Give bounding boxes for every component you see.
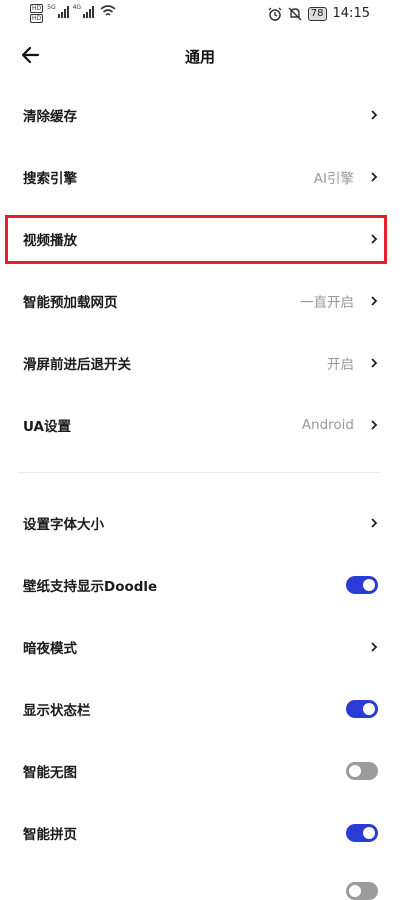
settings-item-smart-no-image: 智能无图 bbox=[0, 740, 400, 802]
hd-icon: HD bbox=[30, 4, 44, 13]
chevron-right-icon bbox=[371, 172, 378, 182]
signal-icon: 4G bbox=[72, 4, 95, 18]
chevron-right-icon bbox=[371, 420, 378, 430]
signal-icon: 5G bbox=[47, 4, 69, 18]
toggle-knob bbox=[363, 579, 375, 591]
toggle-knob bbox=[363, 827, 375, 839]
chevron-right-icon bbox=[371, 110, 378, 120]
hd-icons: HD HD bbox=[30, 4, 44, 23]
settings-item-ua-settings[interactable]: UA设置 Android bbox=[0, 394, 400, 456]
highlight-box bbox=[5, 215, 387, 264]
settings-item-label: 暗夜模式 bbox=[23, 641, 77, 657]
settings-item-label: 滑屏前进后退开关 bbox=[23, 357, 131, 373]
wallpaper-doodle-toggle[interactable] bbox=[346, 576, 378, 594]
toggle-knob bbox=[349, 885, 361, 897]
alarm-icon bbox=[268, 7, 282, 21]
smart-page-merge-toggle[interactable] bbox=[346, 824, 378, 842]
settings-item-label: 智能拼页 bbox=[23, 827, 77, 843]
network-type-label: 4G bbox=[72, 4, 82, 11]
settings-item-label: 搜索引擎 bbox=[23, 171, 77, 187]
smart-no-image-toggle[interactable] bbox=[346, 762, 378, 780]
chevron-right-icon bbox=[371, 358, 378, 368]
settings-item-value: AI引擎 bbox=[313, 171, 354, 187]
settings-item-dark-mode[interactable]: 暗夜模式 bbox=[0, 616, 400, 678]
settings-item-swipe-navigation[interactable]: 滑屏前进后退开关 开启 bbox=[0, 332, 400, 394]
settings-item-font-size[interactable]: 设置字体大小 bbox=[0, 492, 400, 554]
settings-item-wallpaper-doodle: 壁纸支持显示Doodle bbox=[0, 554, 400, 616]
clock: 14:15 bbox=[332, 6, 370, 21]
toggle-knob bbox=[349, 765, 361, 777]
settings-item-label: 智能无图 bbox=[23, 765, 77, 781]
chevron-right-icon bbox=[371, 518, 378, 528]
settings-item-label: 智能预加载网页 bbox=[23, 295, 118, 311]
hd-icon: HD bbox=[30, 14, 44, 23]
network-type-label: 5G bbox=[47, 4, 56, 11]
settings-item-label: 清除缓存 bbox=[23, 109, 77, 125]
settings-item-label: 显示状态栏 bbox=[23, 703, 91, 719]
settings-item-value: 开启 bbox=[327, 357, 354, 373]
wifi-icon bbox=[100, 5, 116, 16]
settings-item-label: UA设置 bbox=[23, 419, 71, 435]
status-bar: HD HD 5G 4G 78 14:15 bbox=[0, 0, 400, 28]
mute-icon bbox=[288, 7, 302, 20]
settings-item-value: 一直开启 bbox=[300, 295, 354, 311]
settings-item-label: 壁纸支持显示Doodle bbox=[23, 579, 158, 595]
status-right: 78 14:15 bbox=[268, 6, 370, 21]
settings-item-clear-cache[interactable]: 清除缓存 bbox=[0, 84, 400, 146]
settings-item-search-engine[interactable]: 搜索引擎 AI引擎 bbox=[0, 146, 400, 208]
partial-next-toggle[interactable] bbox=[346, 882, 378, 900]
chevron-right-icon bbox=[371, 642, 378, 652]
settings-item-label: 设置字体大小 bbox=[23, 517, 104, 533]
page-title: 通用 bbox=[184, 48, 215, 66]
show-status-bar-toggle[interactable] bbox=[346, 700, 378, 718]
status-left: HD HD 5G 4G bbox=[30, 4, 116, 23]
settings-item-show-status-bar: 显示状态栏 bbox=[0, 678, 400, 740]
section-divider bbox=[18, 472, 380, 473]
settings-item-smart-preload[interactable]: 智能预加载网页 一直开启 bbox=[0, 270, 400, 332]
settings-item-smart-page-merge: 智能拼页 bbox=[0, 802, 400, 864]
chevron-right-icon bbox=[371, 296, 378, 306]
settings-item-value: Android bbox=[301, 417, 354, 433]
toggle-knob bbox=[363, 703, 375, 715]
battery-icon: 78 bbox=[307, 6, 327, 21]
app-header: 通用 bbox=[0, 28, 400, 84]
